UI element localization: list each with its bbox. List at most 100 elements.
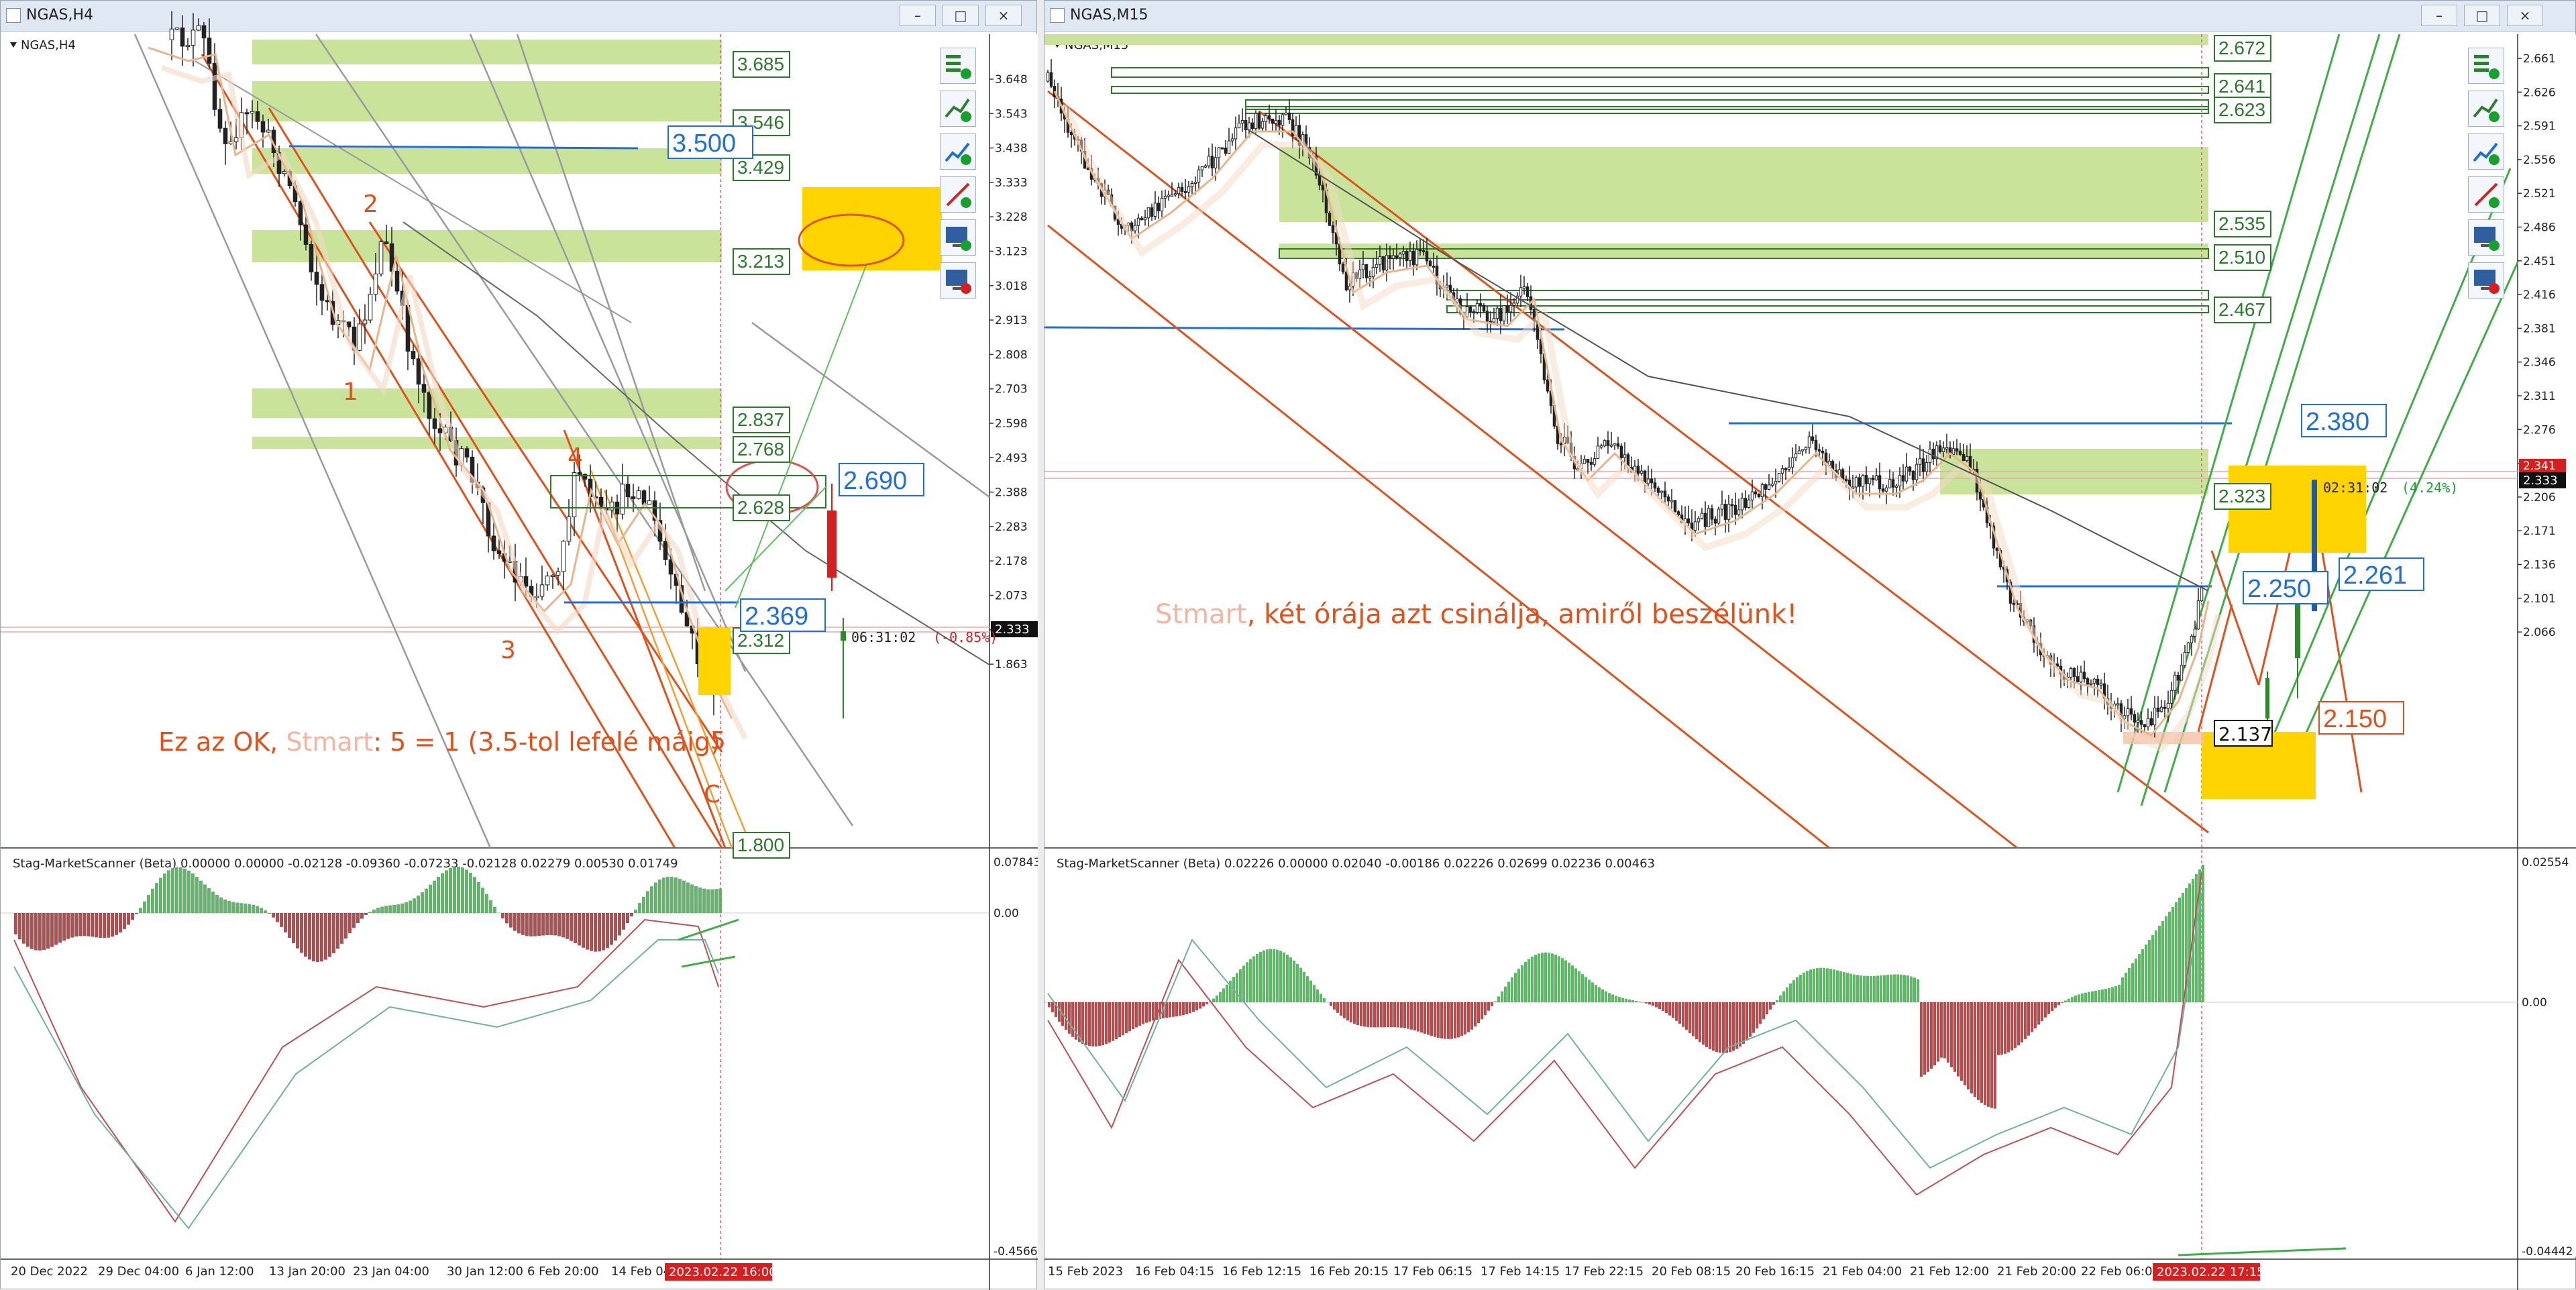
- price-axis-label: 2.556: [2523, 154, 2556, 167]
- scanner-monitor-icon[interactable]: [940, 219, 976, 256]
- candle-body: [1278, 120, 1281, 125]
- histogram-bar: [1725, 1002, 1728, 1053]
- histogram-bar: [207, 888, 211, 913]
- candle-body: [1164, 197, 1167, 199]
- histogram-bar: [1987, 1002, 1990, 1107]
- histogram-bar: [2145, 945, 2147, 1002]
- histogram-bar: [606, 913, 609, 948]
- histogram-bar: [1252, 957, 1255, 1002]
- candle-body: [1587, 460, 1589, 463]
- candle-body: [218, 109, 222, 128]
- candle-body: [1194, 182, 1197, 184]
- histogram-bar: [1574, 968, 1577, 1002]
- monitor-disabled-icon[interactable]: [940, 262, 976, 299]
- candle-body: [1365, 264, 1368, 278]
- candle-body: [540, 585, 544, 596]
- candle-body: [2163, 707, 2166, 708]
- histogram-bar: [1306, 976, 1309, 1002]
- left-chart-area[interactable]: NGAS,H43.6483.5433.4383.3333.2283.1233.0…: [1, 1, 1038, 1290]
- histogram-bar: [718, 888, 722, 913]
- histogram-bar: [1434, 1002, 1436, 1037]
- candle-body: [2180, 665, 2183, 680]
- histogram-bar: [2024, 1002, 2027, 1039]
- histogram-bar: [360, 913, 364, 919]
- histogram-bar: [2068, 999, 2070, 1002]
- candle-body: [1519, 288, 1522, 296]
- signals-icon[interactable]: [940, 48, 976, 84]
- trend-icon[interactable]: [2468, 91, 2504, 127]
- histogram-bar: [1373, 1002, 1376, 1027]
- candle-body: [1603, 441, 1606, 446]
- price-axis-label: 3.018: [995, 280, 1028, 293]
- candle-body: [561, 541, 566, 572]
- chart-tool-icon[interactable]: [2468, 133, 2504, 170]
- right-chart-toolbar[interactable]: [2468, 48, 2507, 305]
- histogram-bar: [1226, 985, 1228, 1002]
- line-tool-icon[interactable]: [940, 176, 976, 213]
- trend-icon[interactable]: [940, 91, 976, 127]
- candle-body: [1875, 476, 1878, 480]
- histogram-bar: [2158, 926, 2161, 1002]
- histogram-bar: [1343, 1002, 1346, 1018]
- histogram-bar: [1142, 1002, 1144, 1024]
- candle-body: [1479, 303, 1482, 305]
- candle-body: [1385, 256, 1388, 270]
- indicator-axis-label: -0.45666: [994, 1245, 1038, 1258]
- signals-icon[interactable]: [2468, 48, 2504, 84]
- histogram-bar: [2175, 902, 2178, 1002]
- zone-price-label: 2.623: [2218, 99, 2265, 120]
- candle-body: [1486, 311, 1489, 321]
- histogram-bar: [1051, 1002, 1054, 1012]
- histogram-bar: [1930, 1002, 1933, 1069]
- monitor-disabled-icon[interactable]: [2468, 262, 2504, 299]
- candle-body: [1197, 170, 1200, 182]
- time-axis-label: 30 Jan 12:00: [447, 1265, 523, 1279]
- candle-body: [1885, 488, 1888, 491]
- candle-body: [669, 559, 673, 574]
- candle-body: [1905, 467, 1908, 481]
- price-axis-label: 3.543: [995, 107, 1028, 121]
- blue-price-label: 2.261: [2343, 561, 2407, 590]
- candle-body: [427, 392, 431, 419]
- current-time-label: 2023.02.22 16:00: [669, 1265, 777, 1279]
- histogram-bar: [409, 901, 412, 913]
- right-chart-window[interactable]: NGAS,M15 – □ × NGAS,M152.6612.6262.5912.…: [1044, 0, 2576, 1289]
- left-chart-toolbar[interactable]: [940, 48, 979, 305]
- histogram-bar: [626, 913, 629, 923]
- histogram-bar: [425, 889, 428, 913]
- zone-price-label: 3.685: [737, 54, 784, 74]
- histogram-bar: [541, 913, 545, 936]
- histogram-bar: [1313, 985, 1316, 1002]
- right-chart-area[interactable]: NGAS,M152.6612.6262.5912.5562.5212.4862.…: [1044, 1, 2576, 1290]
- chart-tool-icon[interactable]: [940, 133, 976, 170]
- histogram-bar: [252, 905, 255, 913]
- histogram-bar: [2121, 977, 2124, 1002]
- candle-body: [1751, 492, 1754, 500]
- histogram-bar: [316, 913, 319, 962]
- histogram-bar: [1242, 965, 1245, 1002]
- histogram-bar: [1249, 959, 1252, 1002]
- histogram-bar: [1477, 1002, 1480, 1023]
- zone-price-label: 2.510: [2218, 247, 2265, 268]
- histogram-bar: [1269, 949, 1272, 1002]
- scanner-monitor-icon[interactable]: [2468, 219, 2504, 256]
- histogram-bar: [1635, 1001, 1638, 1002]
- candle-body: [1147, 208, 1150, 218]
- histogram-bar: [1752, 1002, 1755, 1033]
- price-axis-label: 2.598: [995, 417, 1028, 431]
- candle-body: [1271, 119, 1274, 123]
- histogram-bar: [384, 906, 388, 913]
- line-tool-icon[interactable]: [2468, 176, 2504, 213]
- supply-zone: [252, 388, 722, 418]
- candle-body: [1784, 469, 1787, 470]
- countdown-label: 02:31:02: [2323, 480, 2387, 496]
- histogram-bar: [1980, 1002, 1983, 1103]
- histogram-bar: [1316, 989, 1319, 1002]
- histogram-bar: [417, 896, 420, 913]
- left-chart-window[interactable]: NGAS,H4 – □ × NGAS,H43.6483.5433.4383.33…: [0, 0, 1037, 1289]
- histogram-bar: [545, 913, 549, 935]
- candle-body: [1811, 437, 1814, 441]
- zone-price-label: 3.429: [737, 157, 784, 178]
- candle-body: [1798, 451, 1801, 454]
- histogram-bar: [54, 913, 58, 945]
